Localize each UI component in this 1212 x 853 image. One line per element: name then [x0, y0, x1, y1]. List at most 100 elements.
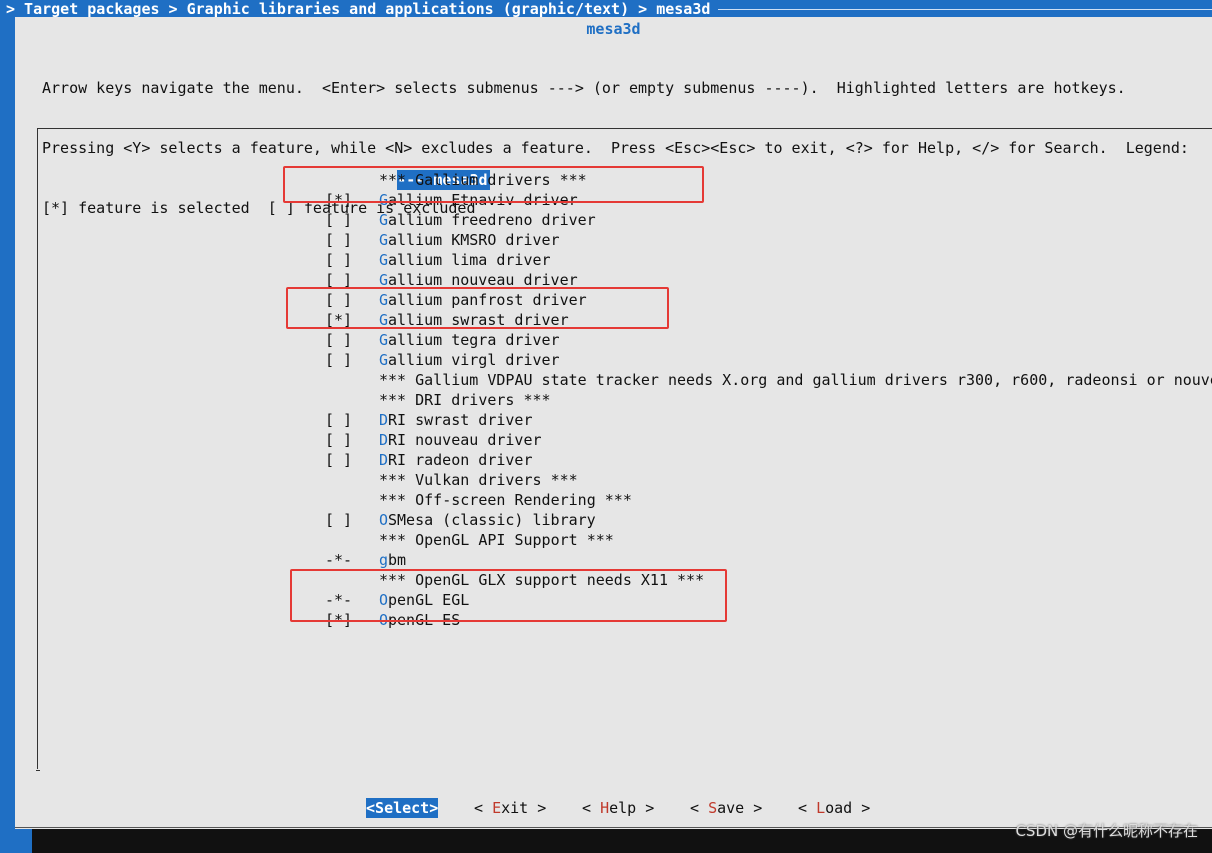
button-label: elp >	[609, 799, 655, 817]
button-label: ave >	[717, 799, 763, 817]
menu-item-label: RI radeon driver	[388, 451, 533, 469]
menu-item-label: allium virgl driver	[388, 351, 560, 369]
help-line: Arrow keys navigate the menu. <Enter> se…	[42, 79, 1126, 97]
hotkey-letter: O	[379, 511, 389, 529]
hotkey-letter: G	[379, 351, 389, 369]
hotkey-letter: G	[379, 231, 389, 249]
menu-item-label: RI nouveau driver	[388, 431, 542, 449]
menu-item[interactable]: [ ] Gallium freedreno driver	[325, 210, 1212, 230]
button-bar: <Select> < Exit > < Help > < Save > < Load >	[15, 798, 1212, 820]
menu-item[interactable]: [*] Gallium Etnaviv driver	[325, 190, 1212, 210]
button-bracket: <	[366, 799, 376, 817]
menu-list: --- mesa3d *** Gallium drivers *** [*] Gal…	[325, 150, 1212, 630]
menu-item-label: allium nouveau driver	[388, 271, 578, 289]
menu-item-label: RI swrast driver	[388, 411, 533, 429]
checkbox-mark[interactable]: [ ]	[325, 270, 352, 290]
watermark: CSDN @有什么昵称不存在	[1015, 822, 1198, 840]
menu-item[interactable]: -*- OpenGL EGL	[325, 590, 1212, 610]
menu-item[interactable]: [*] OpenGL ES	[325, 610, 1212, 630]
checkbox-mark[interactable]: [*]	[325, 610, 352, 630]
checkbox-mark[interactable]: [ ]	[325, 510, 352, 530]
menu-comment: *** Gallium drivers ***	[325, 170, 1212, 190]
hotkey-letter: G	[379, 191, 389, 209]
checkbox-mark[interactable]: -*-	[325, 590, 352, 610]
checkbox-mark[interactable]: [ ]	[325, 250, 352, 270]
menu-item[interactable]: [ ] Gallium KMSRO driver	[325, 230, 1212, 250]
box-corner	[36, 768, 40, 771]
checkbox-mark[interactable]: [*]	[325, 190, 352, 210]
hotkey-letter: G	[379, 271, 389, 289]
button-hotkey: S	[708, 799, 718, 817]
menu-comment-text: *** Gallium VDPAU state tracker needs X.…	[379, 371, 1212, 389]
checkbox-mark[interactable]: [ ]	[325, 450, 352, 470]
checkbox-mark[interactable]: [ ]	[325, 410, 352, 430]
menu-item-label: penGL EGL	[388, 591, 470, 609]
load-button[interactable]: < Load >	[798, 798, 870, 818]
menu-item[interactable]: -*- g bm	[325, 550, 1212, 570]
menu-comment: *** Gallium VDPAU state tracker needs X.…	[325, 370, 1212, 390]
menu-item-label: allium freedreno driver	[388, 211, 596, 229]
breadcrumb-bar: > Target packages > Graphic libraries an…	[0, 0, 1212, 18]
title-rule	[718, 9, 1212, 10]
menu-box: --- mesa3d *** Gallium drivers *** [*] Gal…	[36, 128, 1212, 771]
hotkey-letter: G	[379, 211, 389, 229]
menu-item-label: allium panfrost driver	[388, 291, 587, 309]
menu-item-label: SMesa (classic) library	[388, 511, 596, 529]
button-label: oad >	[825, 799, 871, 817]
menu-comment-text: *** Gallium drivers ***	[379, 171, 587, 189]
menu-item[interactable]: [ ] D RI nouveau driver	[325, 430, 1212, 450]
hotkey-letter: G	[379, 331, 389, 349]
hotkey-letter: O	[379, 591, 389, 609]
menu-item[interactable]: [ ] Gallium panfrost driver	[325, 290, 1212, 310]
button-label: elect>	[384, 799, 439, 817]
menu-comment: *** OpenGL GLX support needs X11 ***	[325, 570, 1212, 590]
button-bracket: <	[798, 799, 817, 817]
checkbox-mark[interactable]: [ ]	[325, 230, 352, 250]
button-hotkey: S	[375, 799, 385, 817]
checkbox-mark[interactable]: [ ]	[325, 430, 352, 450]
menu-comment-text: *** DRI drivers ***	[379, 391, 551, 409]
menu-item[interactable]: [ ] Gallium tegra driver	[325, 330, 1212, 350]
menu-comment: *** Off-screen Rendering ***	[325, 490, 1212, 510]
button-bracket: <	[474, 799, 493, 817]
button-hotkey: E	[492, 799, 502, 817]
menu-item-label: allium tegra driver	[388, 331, 560, 349]
menu-item[interactable]: [ ] Gallium virgl driver	[325, 350, 1212, 370]
menu-item[interactable]: [ ] Gallium lima driver	[325, 250, 1212, 270]
menu-comment-text: *** OpenGL GLX support needs X11 ***	[379, 571, 705, 589]
hotkey-letter: D	[379, 431, 389, 449]
hotkey-letter: O	[379, 611, 389, 629]
checkbox-mark[interactable]: [ ]	[325, 290, 352, 310]
menu-header[interactable]: --- mesa3d	[325, 150, 1212, 190]
breadcrumb: > Target packages > Graphic libraries an…	[6, 0, 711, 18]
save-button[interactable]: < Save >	[690, 798, 762, 818]
checkbox-mark[interactable]: [*]	[325, 310, 352, 330]
menu-item[interactable]: [ ] D RI swrast driver	[325, 410, 1212, 430]
menu-item[interactable]: [ ] Gallium nouveau driver	[325, 270, 1212, 290]
checkbox-mark[interactable]: [ ]	[325, 350, 352, 370]
menu-comment: *** OpenGL API Support ***	[325, 530, 1212, 550]
help-button[interactable]: < Help >	[582, 798, 654, 818]
hotkey-letter: G	[379, 311, 389, 329]
menu-comment-text: *** Off-screen Rendering ***	[379, 491, 632, 509]
menu-item[interactable]: [ ] D RI radeon driver	[325, 450, 1212, 470]
hotkey-letter: g	[379, 551, 389, 569]
button-hotkey: L	[816, 799, 826, 817]
menu-item[interactable]: [ ] O SMesa (classic) library	[325, 510, 1212, 530]
menu-comment-text: *** OpenGL API Support ***	[379, 531, 614, 549]
exit-button[interactable]: < Exit >	[474, 798, 546, 818]
menu-item-label: bm	[388, 551, 407, 569]
dialog-title: mesa3d	[586, 20, 641, 38]
hotkey-letter: G	[379, 251, 389, 269]
button-bracket: <	[690, 799, 709, 817]
menu-comment: *** DRI drivers ***	[325, 390, 1212, 410]
checkbox-mark[interactable]: [ ]	[325, 210, 352, 230]
menu-item[interactable]: [*] Gallium swrast driver	[325, 310, 1212, 330]
checkbox-mark[interactable]: [ ]	[325, 330, 352, 350]
checkbox-mark[interactable]: -*-	[325, 550, 352, 570]
select-button[interactable]: <Select>	[366, 798, 439, 818]
menu-item-label: allium swrast driver	[388, 311, 569, 329]
menu-comment-text: *** Vulkan drivers ***	[379, 471, 578, 489]
button-label: xit >	[501, 799, 547, 817]
menu-item-label: allium lima driver	[388, 251, 551, 269]
